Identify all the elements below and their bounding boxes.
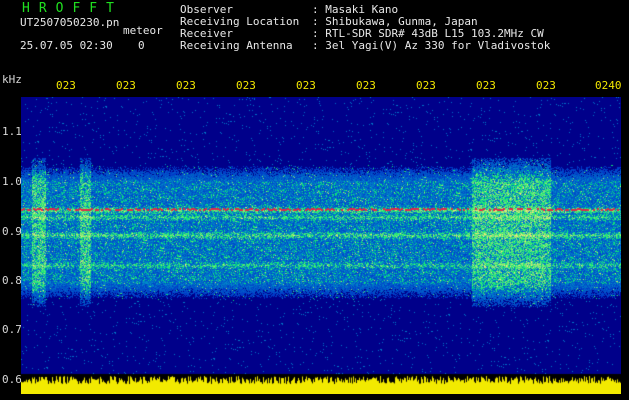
file-suffix: meteor bbox=[123, 24, 163, 37]
count-indicator: 0 bbox=[138, 39, 145, 52]
freq-tick: 1.0 bbox=[2, 175, 22, 188]
file-name: UT2507050230.pn bbox=[20, 16, 120, 29]
freq-tick: 0.8 bbox=[2, 274, 22, 287]
time-tick: 023 bbox=[356, 79, 376, 92]
time-tick: 023 bbox=[476, 79, 496, 92]
spectrogram-canvas bbox=[21, 97, 621, 394]
time-tick: 023 bbox=[296, 79, 316, 92]
time-axis: 023 023 023 023 023 023 023 023 023 0240 bbox=[0, 79, 629, 93]
time-tick: 023 bbox=[536, 79, 556, 92]
freq-tick: 0.9 bbox=[2, 225, 22, 238]
time-tick: 023 bbox=[416, 79, 436, 92]
timestamp: 25.07.05 02:30 bbox=[20, 39, 113, 52]
info-header: HROFFT UT2507050230.pn meteor 25.07.05 0… bbox=[0, 0, 629, 72]
time-tick: 023 bbox=[176, 79, 196, 92]
freq-tick: 0.6 bbox=[2, 373, 22, 386]
antenna-label: Receiving Antenna bbox=[180, 39, 293, 52]
freq-tick: 0.7 bbox=[2, 323, 22, 336]
time-tick: 023 bbox=[116, 79, 136, 92]
time-tick: 023 bbox=[56, 79, 76, 92]
time-tick: 023 bbox=[236, 79, 256, 92]
antenna-value: : 3el Yagi(V) Az 330 for Vladivostok bbox=[312, 39, 551, 52]
brand-title: HROFFT bbox=[22, 1, 123, 16]
time-tick: 0240 bbox=[595, 79, 622, 92]
freq-tick: 1.1 bbox=[2, 125, 22, 138]
